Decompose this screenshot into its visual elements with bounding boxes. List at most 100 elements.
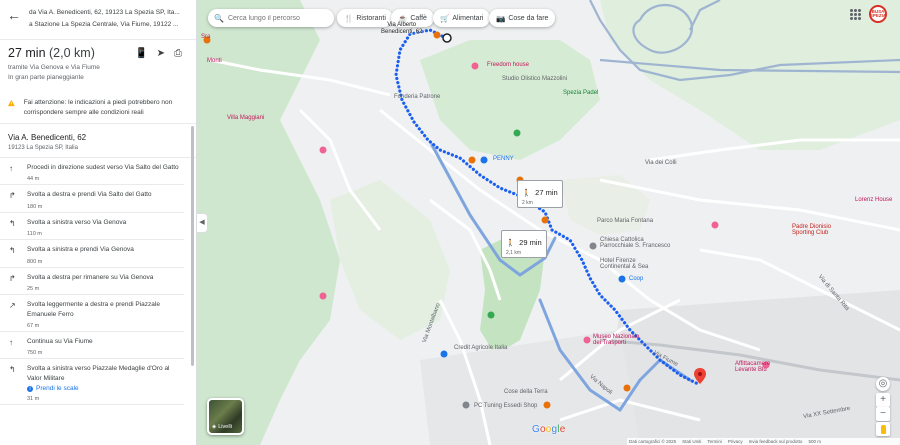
map-place-label[interactable]: Parco Maria Fontana	[597, 218, 653, 224]
locate-icon: ◎	[878, 378, 888, 389]
map-place-label[interactable]: Coop	[629, 276, 643, 282]
step-instruction: Svolta a sinistra verso Piazzale Medagli…	[27, 365, 170, 382]
layers-label: Livelli	[218, 424, 232, 430]
turn-right-icon: ↱	[9, 273, 16, 283]
route-distance: 2 km	[522, 200, 533, 206]
map-street-label: Via dei Colli	[645, 160, 677, 166]
map-place-label[interactable]: Credit Agricole Italia	[454, 345, 507, 351]
map-place-label[interactable]: Studio Olistico Mazzolini	[502, 76, 567, 82]
route-duration-box[interactable]: 🚶 27 min 2 km	[517, 180, 563, 208]
map-place-label[interactable]: Spezia Padel	[563, 90, 598, 96]
zoom-out-button[interactable]: −	[876, 407, 890, 421]
step-instruction: Continua su Via Fiume	[27, 337, 93, 345]
google-apps-icon[interactable]	[850, 9, 861, 20]
panel-scrollbar[interactable]	[191, 126, 194, 366]
street-view-pegman[interactable]	[876, 422, 890, 436]
step-item[interactable]: ↰ Svolta a sinistra verso Via Genova 110…	[0, 213, 196, 241]
collapse-panel-button[interactable]: ◀	[197, 213, 208, 233]
step-instruction: Svolta leggermente a destra e prendi Pia…	[27, 301, 160, 318]
info-icon: i	[27, 385, 33, 392]
turn-left-icon: ↰	[9, 218, 16, 228]
route-terrain: In gran parte pianeggiante	[8, 74, 84, 81]
step-distance: 44 m	[0, 176, 184, 186]
step-item[interactable]: ↑ Procedi in direzione sudest verso Via …	[0, 158, 196, 186]
region-link[interactable]: Stati Uniti	[682, 439, 701, 444]
chip-label: Cose da fare	[508, 14, 549, 22]
map-footer: Dati cartografici © 2025 Stati Uniti Ter…	[627, 438, 900, 445]
zoom-in-button[interactable]: +	[876, 393, 890, 407]
step-distance: 31 m	[0, 396, 184, 406]
step-distance: 750 m	[0, 350, 184, 360]
step-item[interactable]: ↱ Svolta a destra per rimanere su Via Ge…	[0, 268, 196, 296]
directions-panel: ← da Via A. Benedicenti, 62, 19123 La Sp…	[0, 0, 197, 445]
chip-things-to-do[interactable]: 📷 Cose da fare	[489, 9, 556, 27]
step-instruction: Procedi in direzione sudest verso Via Sa…	[27, 164, 179, 171]
route-summary: 27 min (2,0 km) tramite Via Genova e Via…	[0, 40, 196, 124]
account-avatar[interactable]: BUSA SPEZIA	[869, 5, 887, 23]
route-origin-field[interactable]: da Via A. Benedicenti, 62, 19123 La Spez…	[29, 9, 187, 16]
print-icon[interactable]: ⎙	[174, 48, 182, 59]
send-to-phone-icon[interactable]: 📱	[135, 48, 147, 59]
slight-right-icon: ↗	[9, 301, 16, 311]
step-instruction: Svolta a destra e prendi Via Salto del G…	[27, 191, 152, 199]
step-list: ↑ Procedi in direzione sudest verso Via …	[0, 158, 196, 406]
walk-icon: 🚶	[506, 240, 515, 247]
map-place-label[interactable]: Museo Nazionale dei Trasporti	[593, 334, 639, 346]
step-distance: 25 m	[0, 286, 184, 296]
step-item[interactable]: ↑ Continua su Via Fiume 750 m	[0, 332, 196, 360]
avatar-text: BUSA SPEZIA	[869, 8, 887, 18]
map-place-label[interactable]: Lorenz House	[855, 197, 892, 203]
search-along-route[interactable]: 🔍	[208, 9, 334, 27]
route-time: 29 min	[519, 238, 542, 247]
google-logo: Google	[532, 424, 566, 435]
layers-button[interactable]: ◈ Livelli	[207, 398, 244, 435]
route-distance: 2,1 km	[506, 250, 522, 256]
back-arrow-icon[interactable]: ←	[7, 8, 21, 22]
step-item[interactable]: ↰ Svolta a sinistra e prendi Via Genova …	[0, 240, 196, 268]
turn-left-icon: ↰	[9, 365, 16, 375]
route-duration-box[interactable]: 🚶 29 min 2,1 km	[501, 230, 547, 258]
step-item[interactable]: ↱ Svolta a destra e prendi Via Salto del…	[0, 185, 196, 213]
straight-arrow-icon: ↑	[9, 337, 13, 347]
warning-icon	[8, 99, 15, 107]
map-place-label[interactable]: Monti	[207, 58, 222, 64]
step-item[interactable]: ↰ Svolta a sinistra verso Piazzale Medag…	[0, 359, 196, 406]
chip-label: Ristoranti	[356, 14, 386, 22]
map-place-label[interactable]: Padre Dionisio Sporting Club	[792, 224, 831, 236]
duration-text: 27 min	[8, 46, 46, 60]
map-place-label[interactable]: Sra	[201, 34, 210, 40]
terms-link[interactable]: Termini	[707, 439, 722, 444]
map-place-label[interactable]: Cose della Terra	[504, 389, 548, 395]
step-item[interactable]: ↗ Svolta leggermente a destra e prendi P…	[0, 295, 196, 332]
step-distance: 180 m	[0, 204, 184, 213]
my-location-button[interactable]: ◎	[876, 377, 890, 391]
map-place-label[interactable]: Fonderia Patrone	[394, 94, 440, 100]
turn-left-icon: ↰	[9, 246, 16, 256]
share-icon[interactable]: ➤	[157, 48, 165, 59]
step-instruction: Svolta a destra per rimanere su Via Geno…	[27, 273, 154, 281]
cart-icon: 🛒	[440, 13, 450, 23]
search-icon: 🔍	[214, 13, 224, 23]
stairs-link-text[interactable]: Prendi le scale	[36, 385, 79, 392]
stairs-link[interactable]: i Prendi le scale	[27, 385, 184, 392]
privacy-link[interactable]: Privacy	[728, 439, 743, 444]
step-distance: 800 m	[0, 259, 184, 268]
origin-block: Via A. Benedicenti, 62 19123 La Spezia S…	[0, 124, 196, 158]
map-canvas[interactable]: Sra Monti Villa Maggiani Fonderia Patron…	[197, 0, 900, 445]
feedback-link[interactable]: Invia feedback sul prodotto	[749, 439, 803, 444]
map-place-label[interactable]: PENNY	[493, 156, 514, 162]
map-place-label[interactable]: Freedom house	[487, 62, 529, 68]
step-instruction: Svolta a sinistra e prendi Via Genova	[27, 246, 134, 254]
map-place-label[interactable]: PC Tuning Essedi Shop	[474, 403, 537, 409]
map-place-label[interactable]: Chiesa Cattolica Parrocchiale S. Frances…	[600, 237, 670, 249]
camera-icon: 📷	[496, 13, 506, 23]
scale-label[interactable]: 500 m	[808, 439, 821, 444]
chip-groceries[interactable]: 🛒 Alimentari	[433, 9, 491, 27]
map-place-label[interactable]: Hotel Firenze Continental & Sea	[600, 258, 648, 270]
turn-right-icon: ↱	[9, 191, 16, 201]
origin-pin-label[interactable]: Via Alberto Benedicenti, 62	[381, 22, 422, 36]
search-input[interactable]	[227, 14, 328, 22]
map-place-label[interactable]: Villa Maggiani	[227, 115, 264, 121]
map-place-label[interactable]: Affittacamere Levante Blu	[735, 361, 770, 373]
route-destination-field[interactable]: a Stazione La Spezia Centrale, Via Fiume…	[29, 21, 187, 28]
